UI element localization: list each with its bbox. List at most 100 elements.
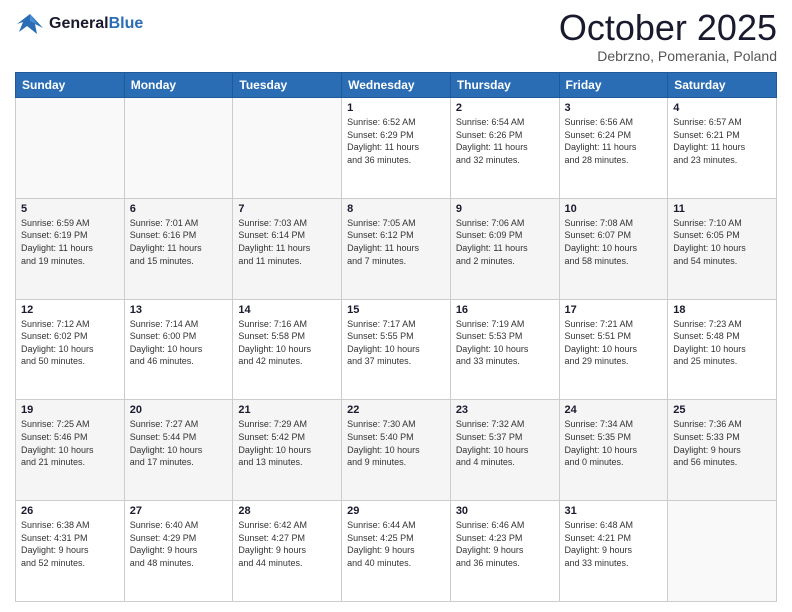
day-number: 12	[21, 304, 119, 316]
day-number: 5	[21, 203, 119, 215]
location: Debrzno, Pomerania, Poland	[559, 48, 777, 64]
calendar-cell: 6 Sunrise: 7:01 AM Sunset: 6:16 PM Daylig…	[124, 198, 233, 299]
day-number: 9	[456, 203, 554, 215]
calendar-cell: 3 Sunrise: 6:56 AM Sunset: 6:24 PM Daylig…	[559, 98, 668, 199]
calendar-cell: 14 Sunrise: 7:16 AM Sunset: 5:58 PM Dayli…	[233, 299, 342, 400]
calendar-cell	[16, 98, 125, 199]
calendar-cell: 15 Sunrise: 7:17 AM Sunset: 5:55 PM Dayli…	[342, 299, 451, 400]
calendar-week-3: 12 Sunrise: 7:12 AM Sunset: 6:02 PM Dayli…	[16, 299, 777, 400]
day-number: 4	[673, 102, 771, 114]
calendar-cell: 31Sunrise: 6:48 AM Sunset: 4:21 PM Dayli…	[559, 501, 668, 602]
day-number: 31	[565, 505, 663, 517]
calendar-cell: 16 Sunrise: 7:19 AM Sunset: 5:53 PM Dayli…	[450, 299, 559, 400]
day-info: Sunrise: 6:54 AM Sunset: 6:26 PM Dayligh…	[456, 116, 554, 166]
header: GeneralBlue October 2025 Debrzno, Pomera…	[15, 10, 777, 64]
day-number: 19	[21, 404, 119, 416]
day-number: 27	[130, 505, 228, 517]
day-info: Sunrise: 6:52 AM Sunset: 6:29 PM Dayligh…	[347, 116, 445, 166]
day-number: 22	[347, 404, 445, 416]
col-monday: Monday	[124, 73, 233, 98]
day-number: 10	[565, 203, 663, 215]
day-number: 6	[130, 203, 228, 215]
calendar-cell: 7 Sunrise: 7:03 AM Sunset: 6:14 PM Daylig…	[233, 198, 342, 299]
day-info: Sunrise: 7:30 AM Sunset: 5:40 PM Dayligh…	[347, 418, 445, 468]
logo-icon	[15, 10, 45, 38]
col-thursday: Thursday	[450, 73, 559, 98]
day-info: Sunrise: 7:12 AM Sunset: 6:02 PM Dayligh…	[21, 318, 119, 368]
day-number: 7	[238, 203, 336, 215]
day-number: 15	[347, 304, 445, 316]
day-info: Sunrise: 7:08 AM Sunset: 6:07 PM Dayligh…	[565, 217, 663, 267]
calendar-week-2: 5 Sunrise: 6:59 AM Sunset: 6:19 PM Daylig…	[16, 198, 777, 299]
col-friday: Friday	[559, 73, 668, 98]
calendar-cell: 19 Sunrise: 7:25 AM Sunset: 5:46 PM Dayli…	[16, 400, 125, 501]
calendar-cell: 5 Sunrise: 6:59 AM Sunset: 6:19 PM Daylig…	[16, 198, 125, 299]
calendar-cell: 21Sunrise: 7:29 AM Sunset: 5:42 PM Dayli…	[233, 400, 342, 501]
day-number: 17	[565, 304, 663, 316]
logo: GeneralBlue	[15, 10, 143, 38]
day-number: 13	[130, 304, 228, 316]
day-info: Sunrise: 7:14 AM Sunset: 6:00 PM Dayligh…	[130, 318, 228, 368]
day-info: Sunrise: 6:56 AM Sunset: 6:24 PM Dayligh…	[565, 116, 663, 166]
calendar-cell: 28 Sunrise: 6:42 AM Sunset: 4:27 PM Dayli…	[233, 501, 342, 602]
day-number: 21	[238, 404, 336, 416]
calendar-cell: 30Sunrise: 6:46 AM Sunset: 4:23 PM Dayli…	[450, 501, 559, 602]
day-number: 8	[347, 203, 445, 215]
calendar-cell: 20Sunrise: 7:27 AM Sunset: 5:44 PM Dayli…	[124, 400, 233, 501]
day-info: Sunrise: 7:34 AM Sunset: 5:35 PM Dayligh…	[565, 418, 663, 468]
col-wednesday: Wednesday	[342, 73, 451, 98]
logo-general: General	[49, 15, 109, 32]
day-number: 29	[347, 505, 445, 517]
calendar-cell: 22 Sunrise: 7:30 AM Sunset: 5:40 PM Dayli…	[342, 400, 451, 501]
calendar-cell: 18 Sunrise: 7:23 AM Sunset: 5:48 PM Dayli…	[668, 299, 777, 400]
day-info: Sunrise: 7:32 AM Sunset: 5:37 PM Dayligh…	[456, 418, 554, 468]
col-saturday: Saturday	[668, 73, 777, 98]
calendar-cell: 9 Sunrise: 7:06 AM Sunset: 6:09 PM Daylig…	[450, 198, 559, 299]
day-number: 24	[565, 404, 663, 416]
day-info: Sunrise: 6:40 AM Sunset: 4:29 PM Dayligh…	[130, 519, 228, 569]
calendar-cell: 23Sunrise: 7:32 AM Sunset: 5:37 PM Dayli…	[450, 400, 559, 501]
col-sunday: Sunday	[16, 73, 125, 98]
calendar-header-row: Sunday Monday Tuesday Wednesday Thursday…	[16, 73, 777, 98]
calendar-cell: 26Sunrise: 6:38 AM Sunset: 4:31 PM Dayli…	[16, 501, 125, 602]
day-info: Sunrise: 6:38 AM Sunset: 4:31 PM Dayligh…	[21, 519, 119, 569]
calendar-week-1: 1Sunrise: 6:52 AM Sunset: 6:29 PM Daylig…	[16, 98, 777, 199]
calendar-week-5: 26Sunrise: 6:38 AM Sunset: 4:31 PM Dayli…	[16, 501, 777, 602]
calendar-cell: 1Sunrise: 6:52 AM Sunset: 6:29 PM Daylig…	[342, 98, 451, 199]
day-info: Sunrise: 7:10 AM Sunset: 6:05 PM Dayligh…	[673, 217, 771, 267]
day-info: Sunrise: 7:03 AM Sunset: 6:14 PM Dayligh…	[238, 217, 336, 267]
day-info: Sunrise: 7:16 AM Sunset: 5:58 PM Dayligh…	[238, 318, 336, 368]
calendar-cell	[233, 98, 342, 199]
day-info: Sunrise: 7:19 AM Sunset: 5:53 PM Dayligh…	[456, 318, 554, 368]
day-number: 25	[673, 404, 771, 416]
page: GeneralBlue October 2025 Debrzno, Pomera…	[0, 0, 792, 612]
day-info: Sunrise: 7:17 AM Sunset: 5:55 PM Dayligh…	[347, 318, 445, 368]
day-number: 30	[456, 505, 554, 517]
day-info: Sunrise: 6:57 AM Sunset: 6:21 PM Dayligh…	[673, 116, 771, 166]
calendar-cell: 27 Sunrise: 6:40 AM Sunset: 4:29 PM Dayli…	[124, 501, 233, 602]
day-number: 14	[238, 304, 336, 316]
calendar-cell: 13 Sunrise: 7:14 AM Sunset: 6:00 PM Dayli…	[124, 299, 233, 400]
day-info: Sunrise: 7:23 AM Sunset: 5:48 PM Dayligh…	[673, 318, 771, 368]
calendar-cell	[668, 501, 777, 602]
day-info: Sunrise: 7:25 AM Sunset: 5:46 PM Dayligh…	[21, 418, 119, 468]
day-info: Sunrise: 7:36 AM Sunset: 5:33 PM Dayligh…	[673, 418, 771, 468]
calendar-cell: 25 Sunrise: 7:36 AM Sunset: 5:33 PM Dayli…	[668, 400, 777, 501]
day-number: 16	[456, 304, 554, 316]
day-info: Sunrise: 6:42 AM Sunset: 4:27 PM Dayligh…	[238, 519, 336, 569]
calendar-cell	[124, 98, 233, 199]
day-info: Sunrise: 6:59 AM Sunset: 6:19 PM Dayligh…	[21, 217, 119, 267]
day-number: 3	[565, 102, 663, 114]
calendar-cell: 29Sunrise: 6:44 AM Sunset: 4:25 PM Dayli…	[342, 501, 451, 602]
calendar-cell: 17 Sunrise: 7:21 AM Sunset: 5:51 PM Dayli…	[559, 299, 668, 400]
day-info: Sunrise: 7:01 AM Sunset: 6:16 PM Dayligh…	[130, 217, 228, 267]
calendar-cell: 8Sunrise: 7:05 AM Sunset: 6:12 PM Daylig…	[342, 198, 451, 299]
day-number: 18	[673, 304, 771, 316]
day-number: 2	[456, 102, 554, 114]
logo-blue: Blue	[109, 15, 144, 32]
day-info: Sunrise: 7:06 AM Sunset: 6:09 PM Dayligh…	[456, 217, 554, 267]
calendar-cell: 10 Sunrise: 7:08 AM Sunset: 6:07 PM Dayli…	[559, 198, 668, 299]
day-number: 28	[238, 505, 336, 517]
calendar-cell: 11Sunrise: 7:10 AM Sunset: 6:05 PM Dayli…	[668, 198, 777, 299]
day-info: Sunrise: 7:21 AM Sunset: 5:51 PM Dayligh…	[565, 318, 663, 368]
